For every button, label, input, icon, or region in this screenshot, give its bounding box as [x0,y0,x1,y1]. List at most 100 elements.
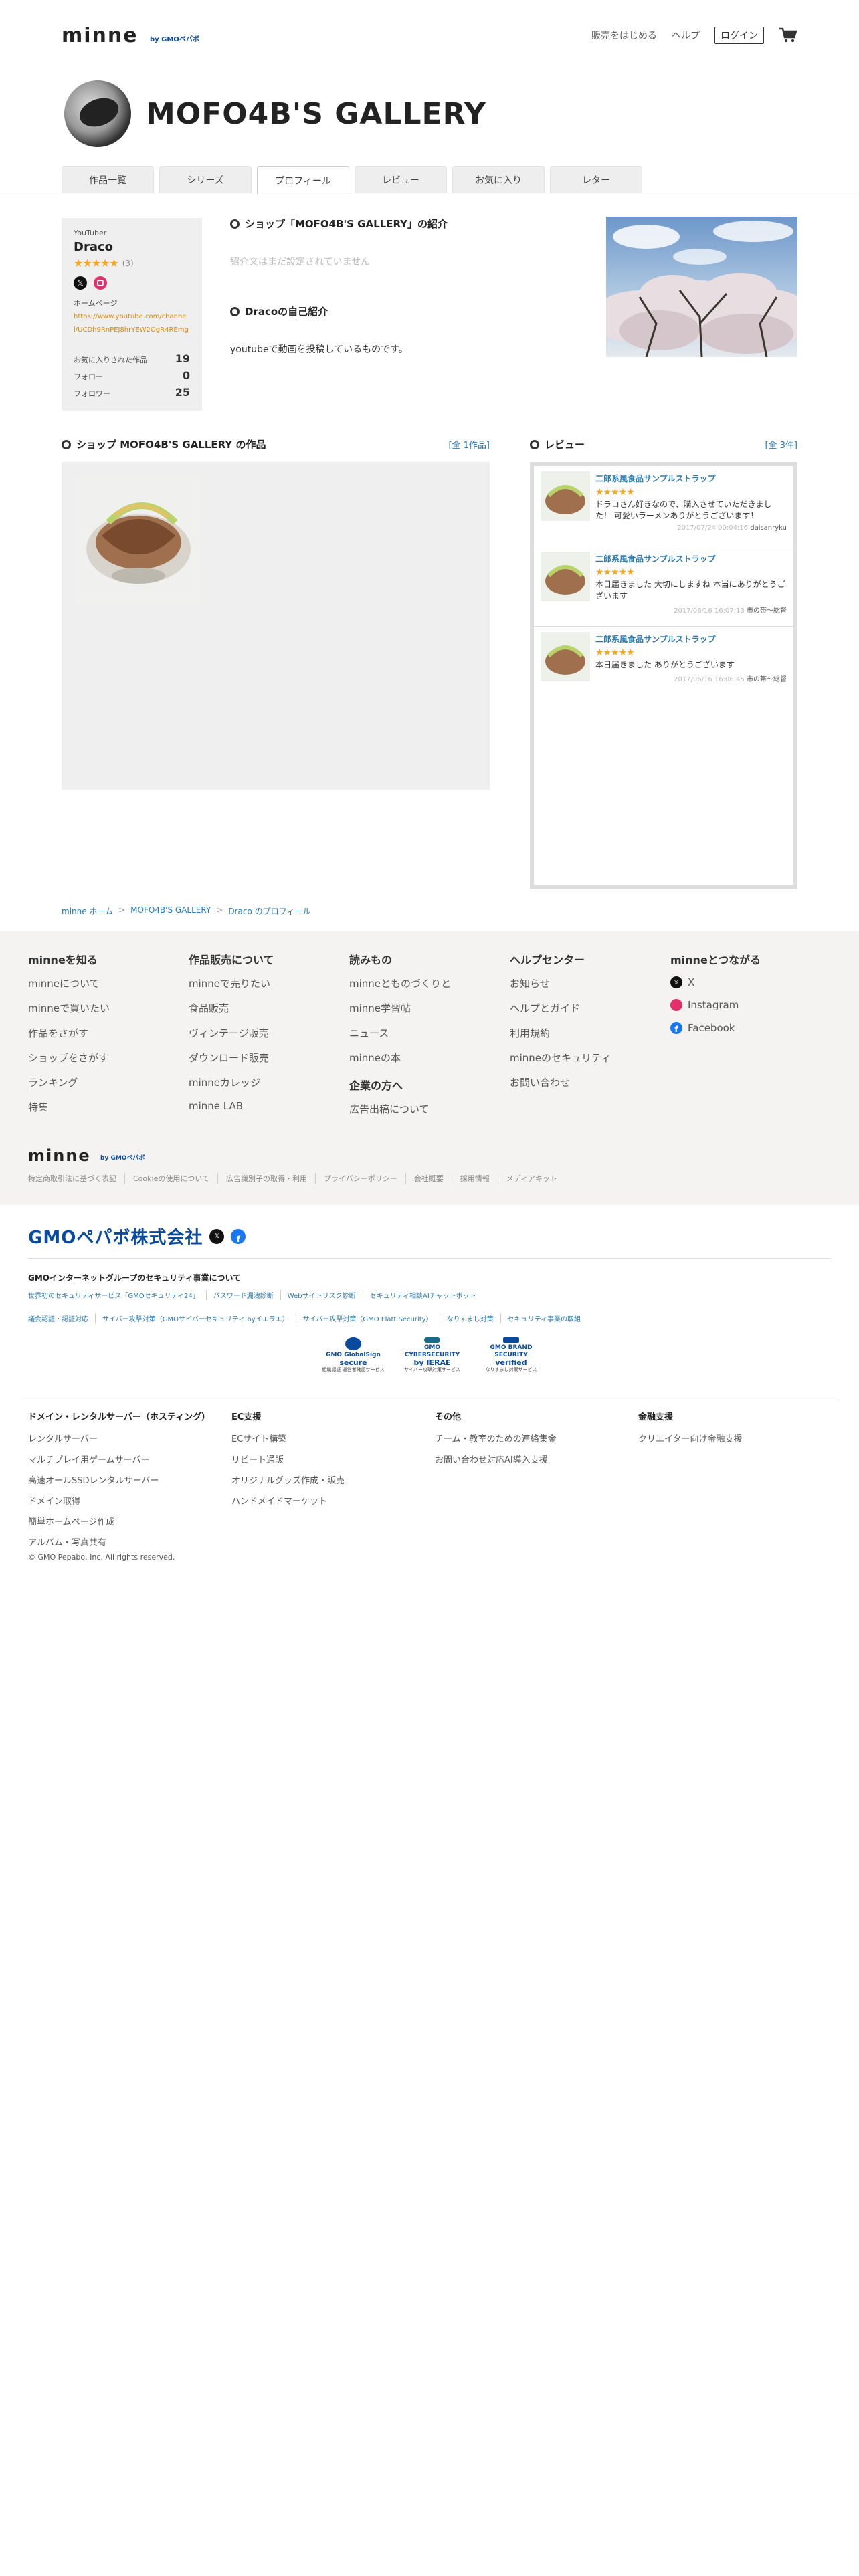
service-link[interactable]: ハンドメイドマーケット [231,1494,435,1507]
tab-profile[interactable]: プロフィール [257,166,349,194]
footer-link[interactable]: minneで買いたい [28,1001,189,1015]
facebook-icon[interactable]: f [231,1228,246,1244]
minne-logo[interactable]: minne [62,24,138,47]
cart-icon[interactable] [779,27,797,43]
tab-series[interactable]: シリーズ [159,166,252,193]
service-column-other: その他 チーム・教室のための連絡集金 お問い合わせ対応AI導入支援 [435,1410,638,1556]
service-link[interactable]: 高速オールSSDレンタルサーバー [28,1473,231,1486]
review-title[interactable]: 二郎系風食品サンプルストラップ [595,635,716,644]
stat-followers[interactable]: フォロワー 25 [74,386,190,399]
service-link[interactable]: 簡単ホームページ作成 [28,1515,231,1527]
footer-legal-link[interactable]: メディアキット [497,1173,565,1184]
login-button[interactable]: ログイン [714,27,764,44]
review-title[interactable]: 二郎系風食品サンプルストラップ [595,474,716,484]
homepage-link[interactable]: https://www.youtube.com/channel/UCDh9RnP… [74,313,189,334]
footer-social-facebook[interactable]: f Facebook [670,1022,831,1034]
footer-link[interactable]: 利用規約 [510,1026,670,1040]
service-link[interactable]: オリジナルグッズ作成・販売 [231,1473,435,1486]
footer-link[interactable]: minneで売りたい [189,976,349,990]
footer-link[interactable]: ランキング [28,1075,189,1089]
rating-count[interactable]: (3) [122,259,134,268]
security-link[interactable]: Webサイトリスク診断 [280,1290,363,1300]
service-link[interactable]: チーム・教室のための連絡集金 [435,1432,638,1444]
footer-link[interactable]: ダウンロード販売 [189,1051,349,1065]
stat-following[interactable]: フォロー 0 [74,369,190,382]
security-link[interactable]: 議会認証・認証対応 [28,1313,95,1323]
footer-link[interactable]: ヘルプとガイド [510,1001,670,1015]
security-link[interactable]: セキュリティ相談AIチャットボット [362,1290,483,1300]
footer-link[interactable]: 食品販売 [189,1001,349,1015]
work-item-thumbnail[interactable] [75,475,202,603]
footer-link[interactable]: minneカレッジ [189,1075,349,1089]
footer-legal-link[interactable]: 採用情報 [451,1173,498,1184]
footer-legal-link[interactable]: 特定商取引法に基づく表記 [28,1173,124,1184]
service-link[interactable]: クリエイター向け金融支援 [638,1432,842,1444]
footer-legal-link[interactable]: 広告識別子の取得・利用 [217,1173,315,1184]
service-link[interactable]: リピート通販 [231,1453,435,1465]
review-thumbnail[interactable] [541,632,590,681]
x-icon[interactable]: 𝕏 [209,1228,225,1244]
footer-link[interactable]: ヴィンテージ販売 [189,1026,349,1040]
footer-link[interactable]: ショップをさがす [28,1051,189,1065]
service-link[interactable]: マルチプレイ用ゲームサーバー [28,1453,231,1465]
security-link[interactable]: パスワード漏洩診断 [205,1290,280,1300]
security-link[interactable]: サイバー攻撃対策（GMOサイバーセキュリティ byイエラエ） [95,1313,296,1323]
footer-social-instagram[interactable]: Instagram [670,999,831,1011]
footer-social-x[interactable]: 𝕏X [670,976,831,988]
all-reviews-link[interactable]: [全 3件] [765,438,797,451]
x-icon[interactable]: 𝕏 [74,276,87,290]
footer-link[interactable]: お知らせ [510,976,670,990]
breadcrumb-shop[interactable]: MOFO4B'S GALLERY [130,905,211,917]
service-link[interactable]: アルバム・写真共有 [28,1535,231,1548]
reviews-section: レビュー [全 3件] 二郎系風食品サンプルストラップ ★★★★★ ドラコさん好… [530,437,797,889]
tab-favorites[interactable]: お気に入り [452,166,545,193]
service-heading: EC支援 [231,1412,262,1422]
breadcrumb-separator: > [118,905,126,915]
review-title[interactable]: 二郎系風食品サンプルストラップ [595,554,716,564]
footer-link[interactable]: minne学習帖 [349,1001,510,1015]
security-link[interactable]: セキュリティ事業の取組 [500,1313,587,1323]
review-stars: ★★★★★ [595,487,635,498]
brand-security-badge[interactable]: GMO BRAND SECURITY verified なりすまし対策サービス [476,1337,546,1374]
review-thumbnail[interactable] [541,552,590,601]
start-selling-link[interactable]: 販売をはじめる [591,29,657,42]
review-user[interactable]: 市の帯〜総督 [747,607,787,615]
footer-link[interactable]: 作品をさがす [28,1026,189,1040]
all-works-link[interactable]: [全 1作品] [448,438,490,451]
service-link[interactable]: レンタルサーバー [28,1432,231,1444]
globalsign-badge[interactable]: GMO GlobalSign secure 組織認証 運営者確認サービス [318,1337,388,1374]
footer-link[interactable]: 特集 [28,1100,189,1114]
breadcrumb-home[interactable]: minne ホーム [62,905,113,917]
footer-minne-logo[interactable]: minne [28,1146,91,1165]
service-link[interactable]: お問い合わせ対応AI導入支援 [435,1453,638,1465]
security-link[interactable]: なりすまし対策 [439,1313,500,1323]
tab-letter[interactable]: レター [550,166,642,193]
instagram-icon[interactable] [94,276,107,290]
review-item: 二郎系風食品サンプルストラップ ★★★★★ ドラコさん好きなので、購入させていた… [534,466,793,546]
breadcrumb-current[interactable]: Draco のプロフィール [228,905,310,917]
security-link[interactable]: 世界初のセキュリティサービス「GMOセキュリティ24」 [28,1290,206,1300]
help-link[interactable]: ヘルプ [672,29,700,42]
footer-legal-link[interactable]: プライバシーポリシー [315,1173,405,1184]
footer-link[interactable]: minneについて [28,976,189,990]
service-link[interactable]: ECサイト構築 [231,1432,435,1444]
review-user[interactable]: daisanryku [750,524,787,532]
footer-legal-link[interactable]: 会社概要 [405,1173,452,1184]
service-link[interactable]: ドメイン取得 [28,1494,231,1507]
footer-link[interactable]: minneとものづくりと [349,976,510,990]
footer-link[interactable]: ニュース [349,1026,510,1040]
tab-reviews[interactable]: レビュー [355,166,447,193]
footer-link[interactable]: 広告出稿について [349,1102,510,1116]
cybersecurity-badge[interactable]: GMO CYBERSECURITY by IERAE サイバー攻撃対策サービス [397,1337,467,1374]
footer-link[interactable]: minneのセキュリティ [510,1051,670,1065]
review-user[interactable]: 市の帯〜総督 [747,676,787,683]
footer-link[interactable]: minneの本 [349,1051,510,1065]
review-thumbnail[interactable] [541,471,590,521]
badge-note: 組織認証 運営者確認サービス [322,1367,385,1372]
footer-legal-link[interactable]: Cookieの使用について [124,1173,217,1184]
footer-link[interactable]: minne LAB [189,1100,349,1112]
gmo-pepabo-company[interactable]: GMOペパボ株式会社 [28,1224,203,1249]
footer-link[interactable]: お問い合わせ [510,1075,670,1089]
security-link[interactable]: サイバー攻撃対策（GMO Flatt Security） [295,1313,440,1323]
tab-works[interactable]: 作品一覧 [62,166,154,193]
